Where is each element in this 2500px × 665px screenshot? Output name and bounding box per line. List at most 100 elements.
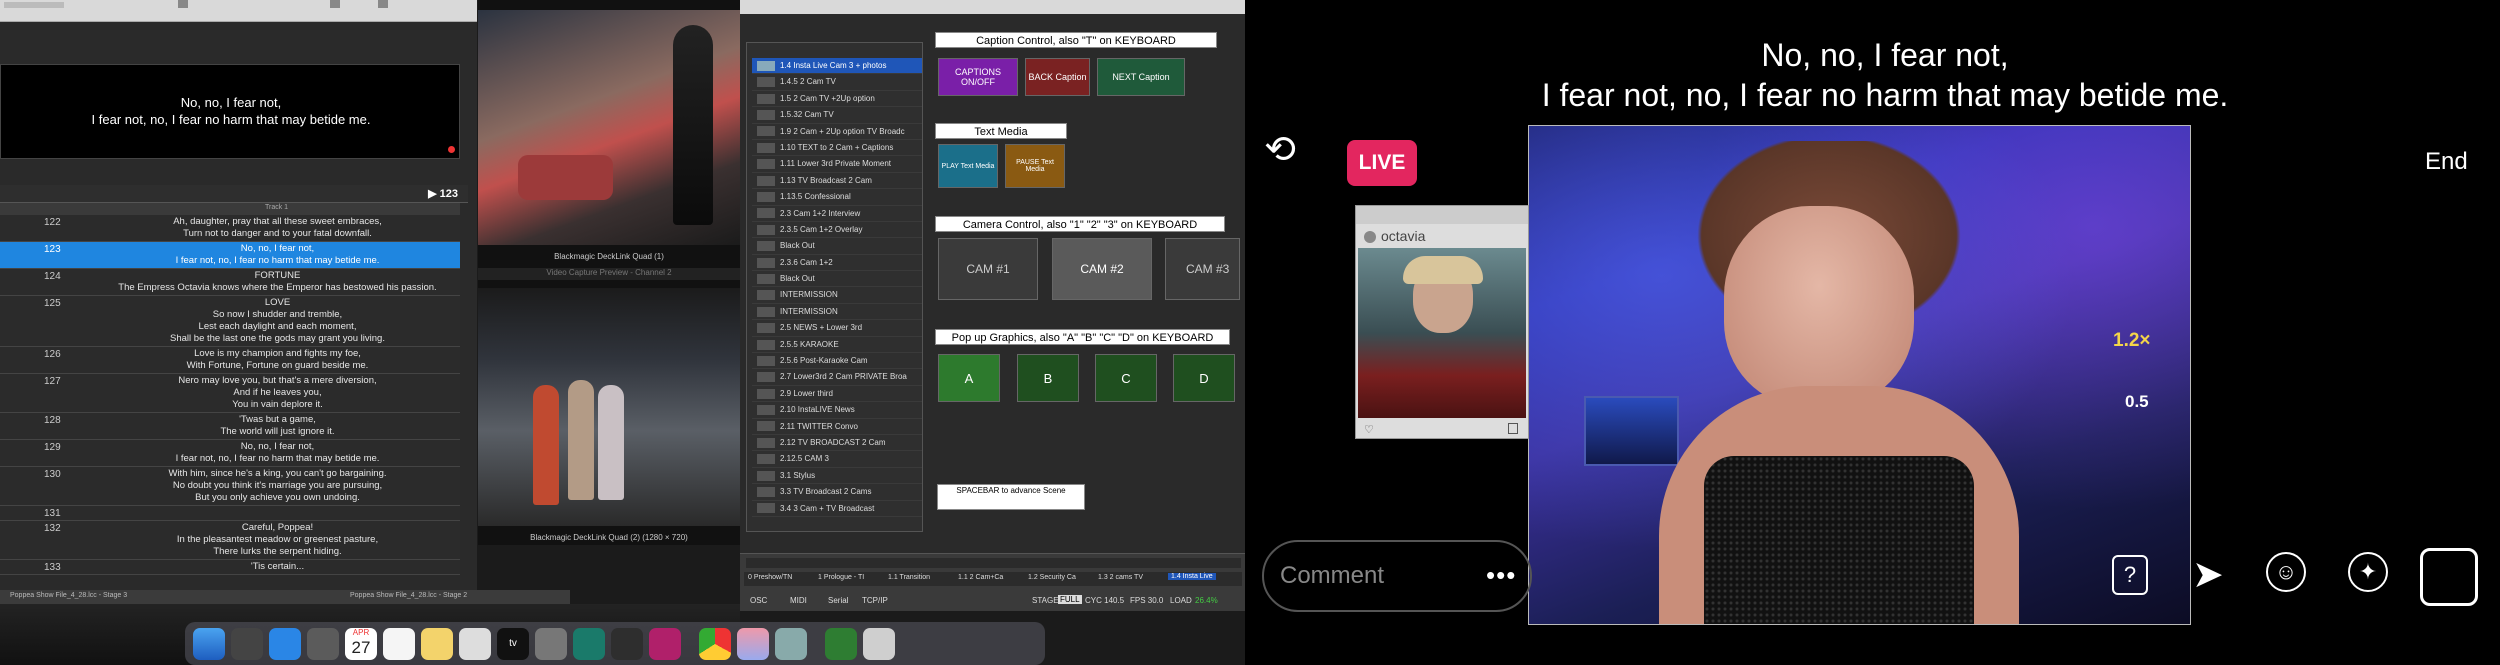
effects-icon[interactable]: ✦: [2348, 552, 2388, 592]
cam-1-button[interactable]: CAM #1: [938, 238, 1038, 300]
guest-like-icon[interactable]: ♡: [1364, 423, 1374, 436]
cue-row[interactable]: 124 FORTUNE The Empress Octavia knows wher…: [0, 269, 460, 296]
previous-icon[interactable]: [330, 0, 340, 8]
scene-tab-6[interactable]: 1.4 Insta Live: [1168, 573, 1216, 580]
scene-item[interactable]: 1.9 2 Cam + 2Up option TV Broadc: [752, 124, 922, 140]
reminders-icon[interactable]: [383, 628, 415, 660]
scene-item[interactable]: 2.12.5 CAM 3: [752, 451, 922, 468]
play-text-media-button[interactable]: PLAY Text Media: [938, 144, 998, 188]
scene-item[interactable]: 1.11 Lower 3rd Private Moment: [752, 156, 922, 173]
scene-item[interactable]: 2.7 Lower3rd 2 Cam PRIVATE Broa: [752, 369, 922, 386]
cue-row[interactable]: 123 No, no, I fear not, I fear not, no, I …: [0, 242, 460, 269]
files-icon[interactable]: [459, 628, 491, 660]
cue-row[interactable]: 128 'Twas but a game, The world will just …: [0, 413, 460, 440]
scene-item[interactable]: 2.12 TV BROADCAST 2 Cam: [752, 435, 922, 452]
popup-a-button[interactable]: A: [938, 354, 1000, 402]
scene-item[interactable]: 3.4 3 Cam + TV Broadcast: [752, 501, 922, 517]
scene-item[interactable]: 2.10 InstaLIVE News: [752, 402, 922, 419]
window-tab-stage3[interactable]: Poppea Show File_4_28.lcc - Stage 3: [10, 592, 127, 599]
cue-row[interactable]: 131: [0, 506, 460, 521]
window-tab-stage2[interactable]: Poppea Show File_4_28.lcc - Stage 2: [350, 592, 467, 599]
end-live-button[interactable]: End: [2425, 148, 2468, 176]
scene-tab-0[interactable]: 0 Preshow/TN: [748, 574, 792, 581]
finder-icon[interactable]: [193, 628, 225, 660]
camera-toggle-icon[interactable]: [2420, 548, 2478, 606]
popup-b-button[interactable]: B: [1017, 354, 1079, 402]
cam-2-button[interactable]: CAM #2: [1052, 238, 1152, 300]
guest-bookmark-icon[interactable]: [1508, 423, 1518, 434]
cue-row[interactable]: 125 LOVE So now I shudder and tremble, Lest…: [0, 296, 460, 347]
cue-row[interactable]: 133 'Tis certain...: [0, 560, 460, 575]
trash-icon[interactable]: [863, 628, 895, 660]
send-icon[interactable]: ➤: [2192, 552, 2224, 597]
zoom-level[interactable]: 1.2×: [2113, 330, 2151, 352]
scene-item[interactable]: 1.13 TV Broadcast 2 Cam: [752, 173, 922, 190]
zoom-alt[interactable]: 0.5: [2125, 392, 2149, 412]
calendar-icon[interactable]: APR 27: [345, 628, 377, 660]
scene-item-label: Black Out: [780, 274, 815, 284]
back-caption-button[interactable]: BACK Caption: [1025, 58, 1090, 96]
cue-list[interactable]: 122 Ah, daughter, pray that all these swe…: [0, 215, 460, 590]
scene-item[interactable]: 2.11 TWITTER Convo: [752, 419, 922, 435]
scene-item[interactable]: 1.4.5 2 Cam TV: [752, 74, 922, 91]
cue-row[interactable]: 127 Nero may love you, but that's a mere …: [0, 374, 460, 413]
scene-item[interactable]: Black Out: [752, 238, 922, 255]
scene-item[interactable]: 3.1 Stylus: [752, 468, 922, 485]
media-app-icon[interactable]: [573, 628, 605, 660]
scene-item[interactable]: 2.5 NEWS + Lower 3rd: [752, 320, 922, 337]
scene-tab-3[interactable]: 1.1 2 Cam+Ca: [958, 574, 1003, 581]
scene-item[interactable]: 2.3 Cam 1+2 Interview: [752, 206, 922, 222]
scene-item[interactable]: 2.3.6 Cam 1+2: [752, 255, 922, 272]
cam-3-button[interactable]: CAM #3: [1165, 238, 1240, 300]
scene-item-label: INTERMISSION: [780, 306, 838, 316]
cue-row[interactable]: 126 Love is my champion and fights my foe…: [0, 347, 460, 374]
switch-camera-icon[interactable]: ⟲: [1260, 130, 1300, 170]
screenshot-app-icon[interactable]: [611, 628, 643, 660]
scene-item[interactable]: 1.13.5 Confessional: [752, 189, 922, 206]
scene-item[interactable]: INTERMISSION: [752, 287, 922, 304]
scene-item[interactable]: 3.3 TV Broadcast 2 Cams: [752, 484, 922, 501]
next-icon[interactable]: [378, 0, 388, 8]
notes-icon[interactable]: [421, 628, 453, 660]
scene-item[interactable]: Black Out: [752, 271, 922, 288]
chrome-icon[interactable]: [699, 628, 731, 660]
launchpad-icon[interactable]: [231, 628, 263, 660]
scene-item[interactable]: 2.5.6 Post-Karaoke Cam: [752, 353, 922, 370]
document-app-icon[interactable]: [825, 628, 857, 660]
apps-grid-icon[interactable]: [307, 628, 339, 660]
popup-d-button[interactable]: D: [1173, 354, 1235, 402]
scene-tab-4[interactable]: 1.2 Security Ca: [1028, 574, 1076, 581]
preview-app-icon[interactable]: [775, 628, 807, 660]
scene-item[interactable]: 1.5 2 Cam TV +2Up option: [752, 91, 922, 108]
cue-row[interactable]: 122 Ah, daughter, pray that all these swe…: [0, 215, 460, 242]
popup-c-button[interactable]: C: [1095, 354, 1157, 402]
toolbar-icon[interactable]: [178, 0, 188, 8]
scene-tab-5[interactable]: 1.3 2 cams TV: [1098, 574, 1143, 581]
more-options-icon[interactable]: •••: [1486, 560, 1516, 591]
qlab-icon[interactable]: [649, 628, 681, 660]
guest-window[interactable]: octavia ♡: [1355, 205, 1529, 439]
apple-tv-icon[interactable]: tv: [497, 628, 529, 660]
next-caption-button[interactable]: NEXT Caption: [1097, 58, 1185, 96]
scene-item[interactable]: 2.9 Lower third: [752, 386, 922, 403]
scene-item[interactable]: INTERMISSION: [752, 304, 922, 321]
add-guest-icon[interactable]: ☺: [2266, 552, 2306, 592]
scene-tab-1[interactable]: 1 Prologue - TI: [818, 574, 864, 581]
scene-list[interactable]: 1.4 Insta Live Cam 3 + photos 1.4.5 2 Cam…: [752, 58, 922, 528]
comment-input[interactable]: Comment •••: [1262, 540, 1532, 612]
scene-item[interactable]: 1.10 TEXT to 2 Cam + Captions: [752, 140, 922, 157]
question-icon[interactable]: ?: [2112, 555, 2148, 595]
safari-icon[interactable]: [269, 628, 301, 660]
color-app-icon[interactable]: [737, 628, 769, 660]
pause-text-media-button[interactable]: PAUSE Text Media: [1005, 144, 1065, 188]
scene-item[interactable]: 2.3.5 Cam 1+2 Overlay: [752, 222, 922, 239]
cue-row[interactable]: 129 No, no, I fear not, I fear not, no, I …: [0, 440, 460, 467]
captions-onoff-button[interactable]: CAPTIONS ON/OFF: [938, 58, 1018, 96]
scene-tab-2[interactable]: 1.1 Transition: [888, 574, 930, 581]
scene-item[interactable]: 1.4 Insta Live Cam 3 + photos: [752, 58, 922, 75]
cue-row[interactable]: 132 Careful, Poppea! In the pleasantest me…: [0, 521, 460, 560]
cue-row[interactable]: 130 With him, since he's a king, you can'…: [0, 467, 460, 506]
scene-item[interactable]: 1.5.32 Cam TV: [752, 107, 922, 124]
system-settings-icon[interactable]: [535, 628, 567, 660]
scene-item[interactable]: 2.5.5 KARAOKE: [752, 337, 922, 354]
